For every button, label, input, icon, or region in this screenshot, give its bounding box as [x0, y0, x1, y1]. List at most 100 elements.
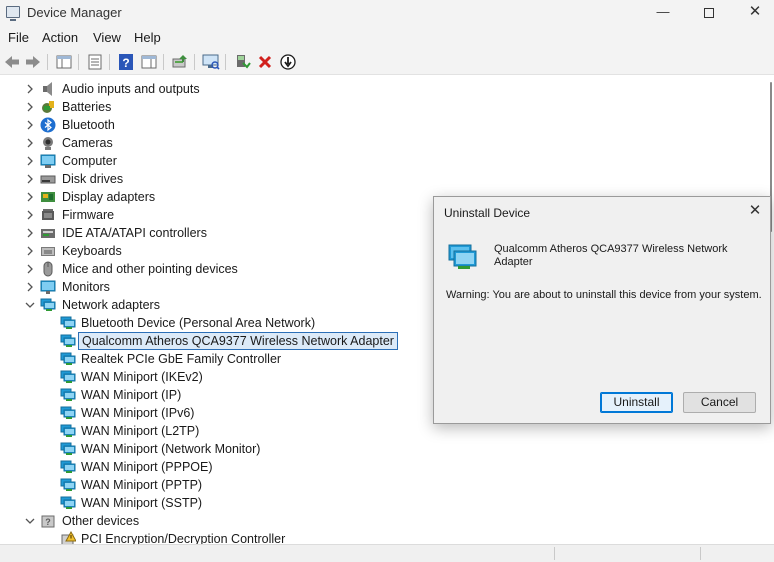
chevron-right-icon[interactable]: [25, 155, 35, 167]
dialog-close-button[interactable]: ✕: [744, 202, 766, 220]
tree-item-label: WAN Miniport (SSTP): [81, 496, 203, 510]
toolbar-separator: [109, 54, 110, 70]
chevron-right-icon[interactable]: [25, 101, 35, 113]
other-device-icon: ?: [40, 513, 56, 529]
tree-item[interactable]: WAN Miniport (L2TP): [0, 422, 766, 440]
status-bar-divider: [700, 547, 701, 560]
tree-category-label: IDE ATA/ATAPI controllers: [62, 226, 207, 240]
chevron-right-icon[interactable]: [25, 209, 35, 221]
enable-device-icon[interactable]: [233, 53, 251, 71]
tree-item[interactable]: WAN Miniport (SSTP): [0, 494, 766, 512]
tree-category-label: Audio inputs and outputs: [62, 82, 200, 96]
back-arrow-icon[interactable]: [3, 53, 21, 71]
menu-help[interactable]: Help: [134, 30, 161, 45]
uninstall-device-icon[interactable]: [256, 53, 274, 71]
tree-item[interactable]: WAN Miniport (PPPOE): [0, 458, 766, 476]
tree-category-label: Display adapters: [62, 190, 156, 204]
toolbar-separator: [78, 54, 79, 70]
chevron-right-icon[interactable]: [25, 119, 35, 131]
action-pane-icon[interactable]: [140, 53, 158, 71]
chevron-right-icon[interactable]: [25, 173, 35, 185]
status-bar: [0, 544, 774, 562]
speaker-icon: [40, 81, 56, 97]
monitor-icon: [40, 279, 56, 295]
properties-icon[interactable]: [86, 53, 104, 71]
forward-arrow-icon[interactable]: [24, 53, 42, 71]
cancel-button[interactable]: Cancel: [683, 392, 756, 413]
uninstall-button[interactable]: Uninstall: [600, 392, 673, 413]
tree-category-label: Other devices: [62, 514, 140, 528]
tree-item[interactable]: PCI Encryption/Decryption Controller: [0, 530, 766, 544]
keyboard-icon: [40, 243, 56, 259]
help-icon[interactable]: ?: [117, 53, 135, 71]
camera-icon: [40, 135, 56, 151]
network-adapter-icon: [60, 477, 76, 493]
tree-category-label: Keyboards: [62, 244, 122, 258]
chevron-right-icon[interactable]: [25, 263, 35, 275]
svg-text:?: ?: [122, 56, 129, 70]
chevron-right-icon[interactable]: [25, 191, 35, 203]
toolbar-separator: [194, 54, 195, 70]
update-driver-icon[interactable]: [171, 53, 189, 71]
window-title: Device Manager: [27, 5, 122, 20]
tree-category[interactable]: Cameras: [0, 134, 766, 152]
menu-action[interactable]: Action: [42, 30, 78, 45]
dialog-device-name: Qualcomm Atheros QCA9377 Wireless Networ…: [494, 243, 728, 268]
menu-view[interactable]: View: [93, 30, 121, 45]
firmware-icon: [40, 207, 56, 223]
tree-category-other-devices[interactable]: ? Other devices: [0, 512, 766, 530]
ide-controller-icon: [40, 225, 56, 241]
toolbar-separator: [163, 54, 164, 70]
disable-device-icon[interactable]: [279, 53, 297, 71]
network-adapter-icon: [60, 369, 76, 385]
tree-category-label: Mice and other pointing devices: [62, 262, 238, 276]
close-window-button[interactable]: ✕: [732, 0, 774, 25]
network-adapter-icon: [60, 423, 76, 439]
menu-bar: File Action View Help: [0, 25, 774, 49]
network-adapter-icon: [40, 297, 56, 313]
tree-category-label: Network adapters: [62, 298, 160, 312]
tree-item-label: Qualcomm Atheros QCA9377 Wireless Networ…: [78, 332, 398, 350]
tree-category-label: Disk drives: [62, 172, 124, 186]
minimize-button[interactable]: —: [640, 0, 686, 25]
tree-category[interactable]: Bluetooth: [0, 116, 766, 134]
show-hide-tree-icon[interactable]: [55, 53, 73, 71]
chevron-right-icon[interactable]: [25, 83, 35, 95]
bluetooth-icon: [40, 117, 56, 133]
tree-category[interactable]: Audio inputs and outputs: [0, 80, 766, 98]
network-adapter-icon: [446, 243, 478, 271]
chevron-right-icon[interactable]: [25, 137, 35, 149]
network-adapter-icon: [60, 441, 76, 457]
tree-item-label: WAN Miniport (IP): [81, 388, 182, 402]
tree-category[interactable]: Batteries: [0, 98, 766, 116]
uninstall-device-dialog: Uninstall Device ✕ Qualcomm Atheros QCA9…: [433, 196, 771, 424]
tree-item-label: Realtek PCIe GbE Family Controller: [81, 352, 282, 366]
chevron-right-icon[interactable]: [25, 281, 35, 293]
chevron-down-icon[interactable]: [25, 299, 35, 311]
tree-item-label: WAN Miniport (L2TP): [81, 424, 200, 438]
svg-text:?: ?: [45, 517, 51, 527]
tree-category[interactable]: Disk drives: [0, 170, 766, 188]
disk-drive-icon: [40, 171, 56, 187]
chevron-right-icon[interactable]: [25, 245, 35, 257]
title-bar: Device Manager — ✕: [0, 0, 774, 25]
scan-hardware-icon[interactable]: [202, 53, 220, 71]
tree-category-label: Firmware: [62, 208, 115, 222]
unknown-device-icon: [60, 531, 76, 544]
network-adapter-icon: [60, 315, 76, 331]
tree-item[interactable]: WAN Miniport (Network Monitor): [0, 440, 766, 458]
device-manager-app-icon: [6, 6, 20, 21]
tree-category-label: Bluetooth: [62, 118, 115, 132]
maximize-button[interactable]: [686, 0, 732, 25]
tree-category-label: Computer: [62, 154, 117, 168]
toolbar-separator: [47, 54, 48, 70]
network-adapter-icon: [60, 405, 76, 421]
chevron-right-icon[interactable]: [25, 227, 35, 239]
tree-item-label: WAN Miniport (PPPOE): [81, 460, 213, 474]
network-adapter-icon: [60, 351, 76, 367]
tree-item-label: WAN Miniport (IPv6): [81, 406, 195, 420]
tree-category[interactable]: Computer: [0, 152, 766, 170]
menu-file[interactable]: File: [8, 30, 29, 45]
chevron-down-icon[interactable]: [25, 515, 35, 527]
tree-item[interactable]: WAN Miniport (PPTP): [0, 476, 766, 494]
